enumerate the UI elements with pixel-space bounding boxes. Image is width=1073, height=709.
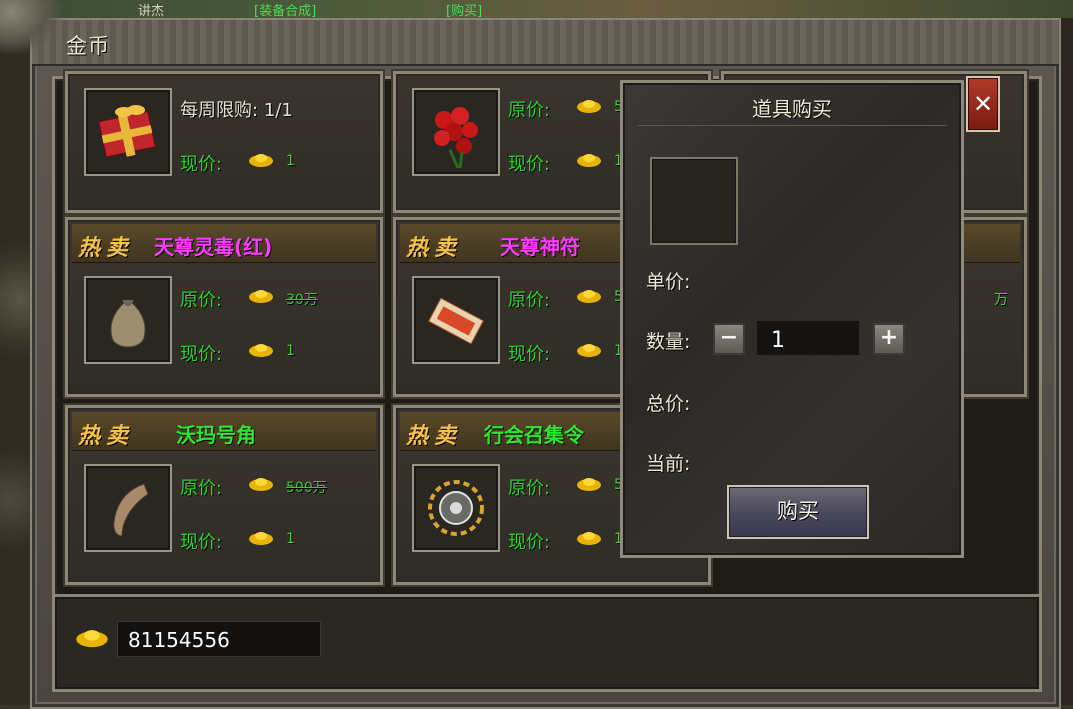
- item-name: 天尊神符: [500, 235, 580, 259]
- current-gold-label: 当前:: [646, 453, 691, 475]
- window-titlebar[interactable]: 金币: [32, 20, 1059, 66]
- gold-ingot-icon: [249, 344, 273, 357]
- quantity-input[interactable]: 1: [756, 320, 860, 356]
- purchase-dialog: 道具购买 单价: 数量: − 1 + 总价: 当前: 购买: [620, 80, 964, 558]
- gold-ingot-icon: [577, 478, 601, 491]
- quantity-increment-button[interactable]: +: [873, 323, 905, 355]
- current-price-label: 现价:: [508, 154, 551, 175]
- gold-ingot-icon: [76, 630, 108, 648]
- original-price-label: 原价:: [180, 478, 223, 499]
- original-price-label: 原价:: [180, 290, 223, 311]
- item-card[interactable]: 热卖 沃玛号角 原价: 500万 现价: 1: [65, 405, 383, 585]
- item-slot[interactable]: [412, 464, 500, 552]
- original-price-tail: 万: [994, 292, 1008, 308]
- gold-ingot-icon: [249, 532, 273, 545]
- card-header: 热卖 天尊灵毒(红): [72, 224, 376, 263]
- current-price-label: 现价:: [180, 344, 223, 365]
- original-price-value: 500万: [286, 480, 327, 496]
- original-price-value: 30万: [286, 292, 318, 308]
- gold-ingot-icon: [577, 290, 601, 303]
- item-card[interactable]: 热卖 天尊灵毒(红) 原价: 30万 现价: 1: [65, 217, 383, 397]
- hot-sale-badge: 热卖: [78, 236, 135, 261]
- guild-token-icon: [428, 480, 484, 536]
- current-price-label: 现价:: [508, 344, 551, 365]
- gold-ingot-icon: [577, 154, 601, 167]
- current-price-label: 现价:: [508, 532, 551, 553]
- item-name: 沃玛号角: [176, 423, 256, 447]
- item-slot[interactable]: [412, 276, 500, 364]
- item-slot[interactable]: [84, 88, 172, 176]
- top-strip-text-2[interactable]: [装备合成]: [254, 0, 316, 19]
- card-header: 热卖 沃玛号角: [72, 412, 376, 451]
- top-status-strip: 讲杰 [装备合成] [购买]: [0, 0, 1073, 19]
- item-card[interactable]: 每周限购: 1/1 现价: 1: [65, 71, 383, 213]
- current-price-label: 现价:: [180, 154, 223, 175]
- hot-sale-badge: 热卖: [78, 424, 135, 449]
- top-strip-text-3[interactable]: [购买]: [446, 0, 482, 19]
- hot-sale-badge: 热卖: [406, 424, 463, 449]
- gold-ingot-icon: [577, 344, 601, 357]
- original-price-label: 原价:: [508, 100, 551, 121]
- gold-balance-bar: 81154556: [52, 594, 1042, 692]
- gift-box-icon: [98, 105, 156, 158]
- weekly-limit-value: 1/1: [263, 100, 293, 121]
- horn-icon: [113, 483, 149, 537]
- quantity-decrement-button[interactable]: −: [713, 323, 745, 355]
- gold-ingot-icon: [249, 478, 273, 491]
- current-price-value: 1: [286, 343, 295, 359]
- gold-ingot-icon: [577, 532, 601, 545]
- item-name: 天尊灵毒(红): [154, 235, 273, 259]
- gold-ingot-icon: [577, 100, 601, 113]
- quantity-label: 数量:: [646, 331, 691, 353]
- top-strip-text-1: 讲杰: [138, 4, 165, 19]
- gold-balance-value: 81154556: [117, 621, 321, 657]
- dialog-item-slot[interactable]: [650, 157, 738, 245]
- original-price-label: 原价:: [508, 290, 551, 311]
- unit-price-label: 单价:: [646, 271, 691, 293]
- hot-sale-badge: 热卖: [406, 236, 463, 261]
- current-price-value: 1: [286, 153, 295, 169]
- item-slot[interactable]: [84, 276, 172, 364]
- poison-pouch-icon: [110, 299, 146, 348]
- talisman-scroll-icon: [428, 297, 484, 345]
- item-name: 行会召集令: [484, 423, 584, 447]
- gold-ingot-icon: [249, 290, 273, 303]
- weekly-limit-label: 每周限购:: [180, 100, 259, 121]
- gold-ingot-icon: [249, 154, 273, 167]
- close-button[interactable]: ✕: [966, 76, 1000, 132]
- current-price-label: 现价:: [180, 532, 223, 553]
- item-slot[interactable]: [84, 464, 172, 552]
- current-price-value: 1: [286, 531, 295, 547]
- window-title: 金币: [66, 34, 110, 58]
- buy-button[interactable]: 购买: [727, 485, 869, 539]
- dialog-title: 道具购买: [752, 97, 832, 121]
- total-price-label: 总价:: [646, 393, 691, 415]
- item-slot[interactable]: [412, 88, 500, 176]
- roses-bouquet-icon: [434, 107, 478, 169]
- original-price-label: 原价:: [508, 478, 551, 499]
- dialog-divider: [637, 125, 947, 126]
